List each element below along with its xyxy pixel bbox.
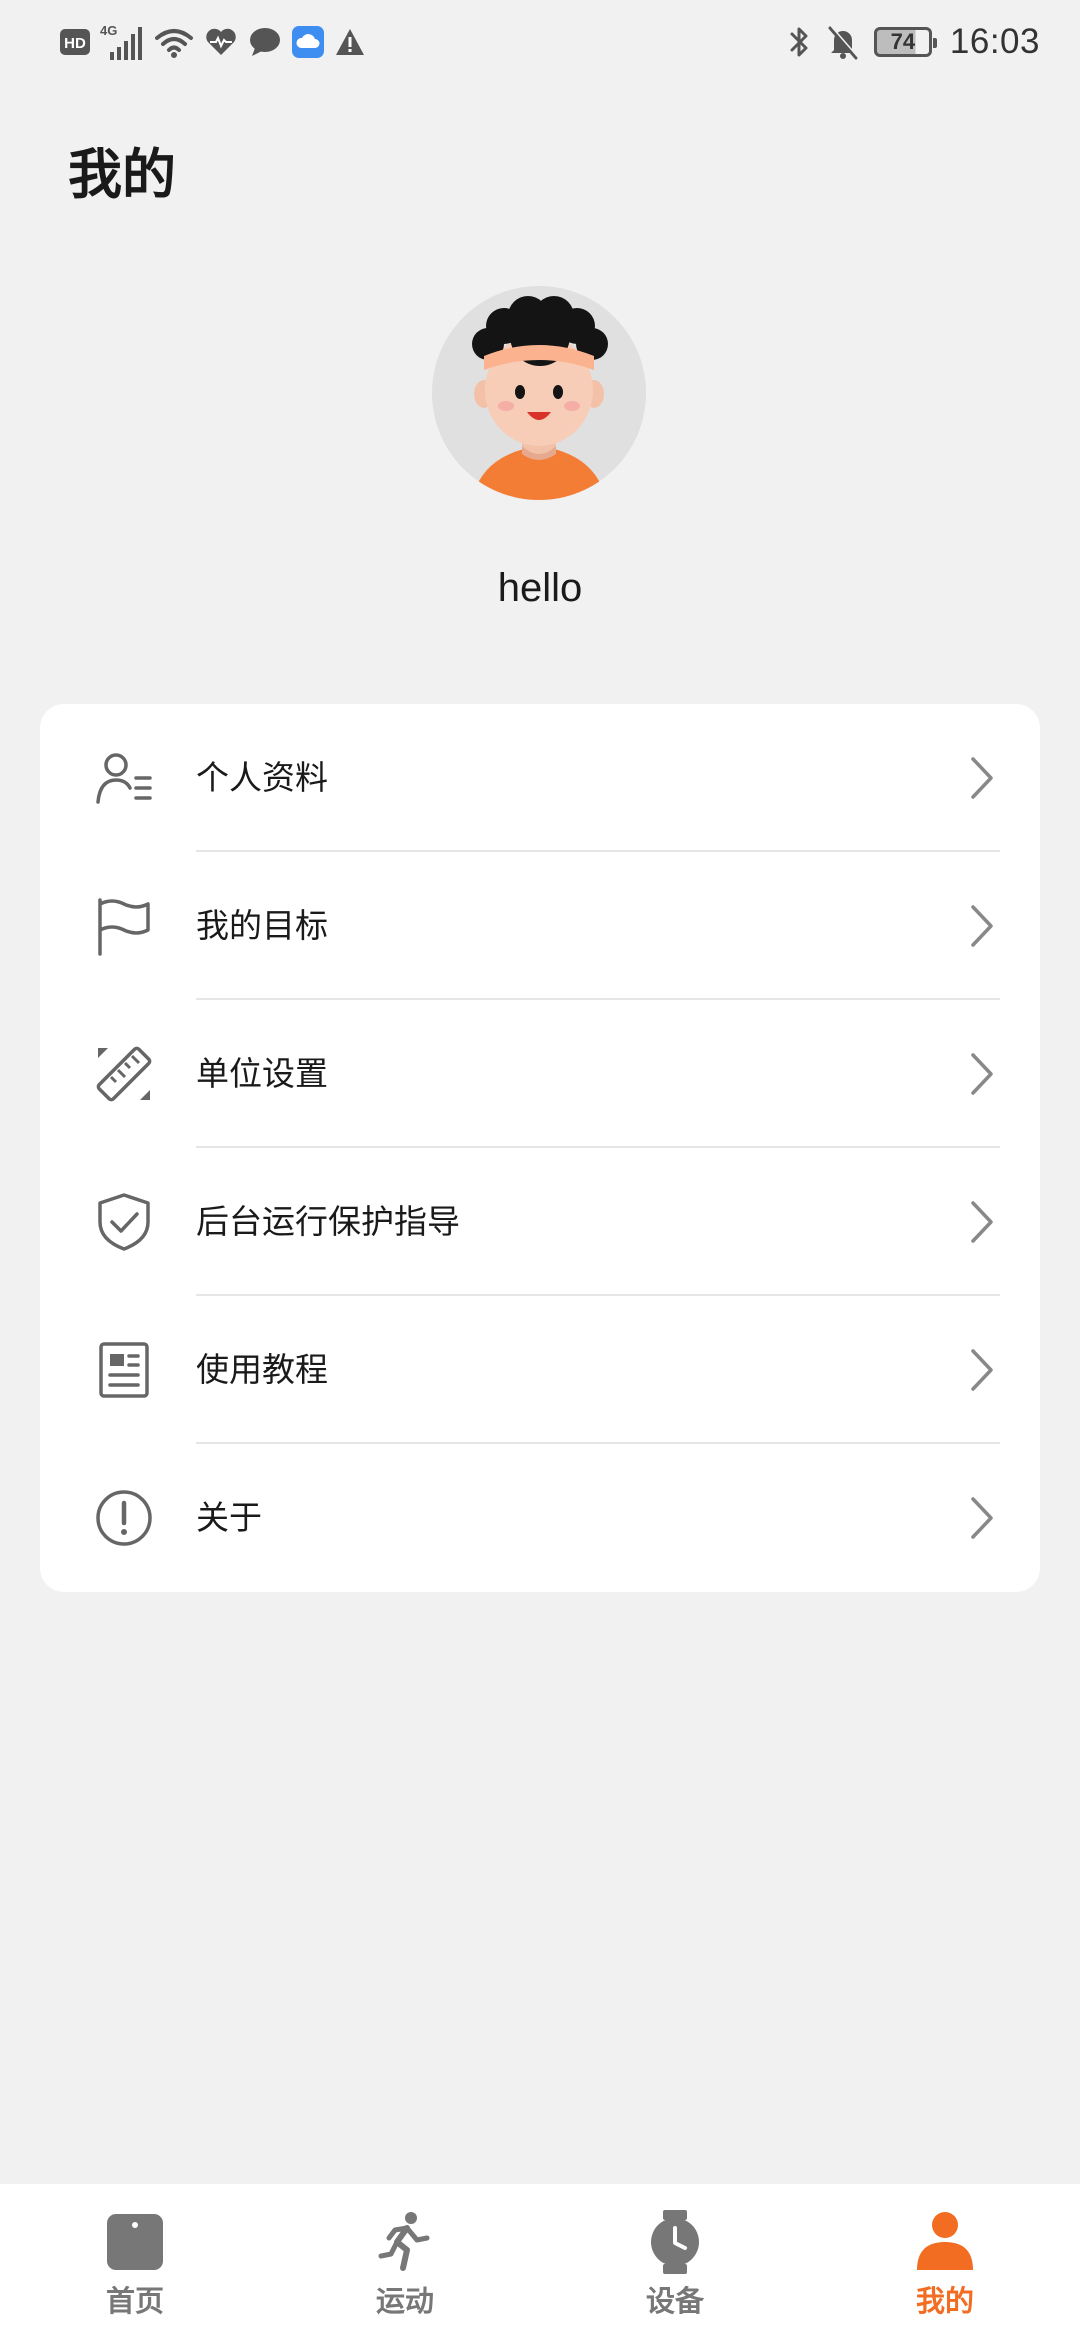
cloud-app-icon (292, 26, 324, 58)
menu-item-goals[interactable]: 我的目标 (40, 852, 1040, 1000)
person-list-icon (94, 748, 154, 808)
page-title: 我的 (68, 143, 176, 206)
menu-item-label: 后台运行保护指导 (196, 1202, 460, 1241)
warning-icon (334, 27, 366, 57)
ruler-icon (94, 1044, 154, 1104)
menu-item-label: 我的目标 (196, 906, 328, 945)
message-bubble-icon (248, 26, 282, 58)
menu-item-label: 单位设置 (196, 1054, 328, 1093)
flag-icon (94, 896, 154, 956)
status-time: 16:03 (949, 22, 1040, 61)
menu-item-background-protection[interactable]: 后台运行保护指导 (40, 1148, 1040, 1296)
nav-label: 运动 (375, 2284, 434, 2318)
status-bar: HD 4G 74 16:03 (0, 0, 1080, 84)
battery-indicator: 74 (873, 27, 937, 57)
chevron-right-icon (970, 1496, 994, 1540)
nav-label: 我的 (915, 2284, 974, 2318)
avatar-illustration-icon (472, 296, 608, 500)
menu-item-tutorial[interactable]: 使用教程 (40, 1296, 1040, 1444)
hd-badge-text: HD (64, 35, 86, 52)
chevron-right-icon (970, 904, 994, 948)
nav-tab-devices[interactable]: 设备 (540, 2184, 810, 2340)
menu-item-label: 关于 (196, 1498, 262, 1537)
menu-item-units[interactable]: 单位设置 (40, 1000, 1040, 1148)
menu-item-profile[interactable]: 个人资料 (40, 704, 1040, 852)
nav-label: 首页 (105, 2284, 164, 2318)
hd-badge-icon: HD (60, 29, 90, 55)
username: hello (497, 566, 583, 610)
chevron-right-icon (970, 1348, 994, 1392)
home-icon (103, 2210, 167, 2274)
wifi-icon (154, 24, 194, 60)
chevron-right-icon (970, 1052, 994, 1096)
network-type-text: 4G (100, 23, 117, 38)
info-circle-icon (94, 1488, 154, 1548)
shield-check-icon (94, 1192, 154, 1252)
nav-tab-me[interactable]: 我的 (810, 2184, 1080, 2340)
running-icon (373, 2210, 437, 2274)
nav-tab-home[interactable]: 首页 (0, 2184, 270, 2340)
menu-item-label: 使用教程 (196, 1350, 328, 1389)
health-heart-icon (204, 27, 238, 57)
cellular-signal-icon: 4G (100, 22, 144, 62)
chevron-right-icon (970, 1200, 994, 1244)
menu-item-about[interactable]: 关于 (40, 1444, 1040, 1592)
avatar[interactable] (432, 286, 646, 500)
mute-bell-icon (826, 24, 860, 60)
nav-label: 设备 (645, 2284, 704, 2318)
status-bar-right: 74 16:03 (788, 20, 1040, 64)
menu-item-label: 个人资料 (196, 758, 328, 797)
chevron-right-icon (970, 756, 994, 800)
nav-tab-exercise[interactable]: 运动 (270, 2184, 540, 2340)
battery-level-text: 74 (890, 29, 916, 54)
person-icon (913, 2210, 977, 2274)
document-icon (94, 1340, 154, 1400)
watch-icon (643, 2210, 707, 2274)
bottom-nav: 首页 运动 设备 我的 (0, 2184, 1080, 2340)
menu-card: 个人资料 我的目标 单位设置 后台运行保护指导 使用教程 关于 (40, 704, 1040, 1592)
status-bar-left: HD 4G (60, 20, 366, 64)
bluetooth-icon (788, 24, 812, 60)
